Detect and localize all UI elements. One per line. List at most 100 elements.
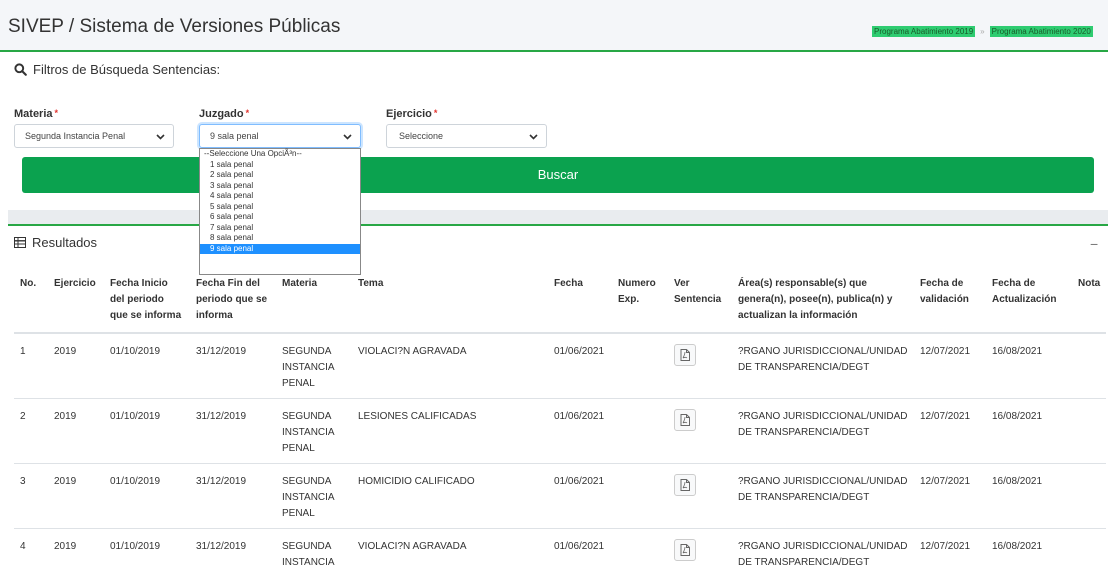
col-numero-exp: Numero Exp. (612, 270, 668, 333)
row-tema: VIOLACI?N AGRAVADA (352, 529, 548, 577)
row-numero-exp (612, 333, 668, 399)
row-fecha: 01/06/2021 (548, 464, 612, 529)
row-nota (1072, 399, 1106, 464)
ejercicio-select-value: Seleccione (399, 131, 443, 141)
row-nota (1072, 464, 1106, 529)
juzgado-option[interactable]: 4 sala penal (200, 191, 360, 202)
chevron-down-icon (156, 132, 165, 142)
materia-select[interactable]: Segunda Instancia Penal (14, 124, 174, 148)
row-materia: SEGUNDA INSTANCIA PENAL (276, 399, 352, 464)
row-numero-exp (612, 399, 668, 464)
row-tema: HOMICIDIO CALIFICADO (352, 464, 548, 529)
row-no: 2 (14, 399, 48, 464)
row-fecha-validacion: 12/07/2021 (914, 464, 986, 529)
breadcrumb: Programa Abatimiento 2019 » Programa Aba… (872, 26, 1093, 37)
juzgado-option[interactable]: 2 sala penal (200, 170, 360, 181)
row-fecha-actualizacion: 16/08/2021 (986, 333, 1072, 399)
collapse-button[interactable]: − (1090, 236, 1098, 252)
col-ejercicio: Ejercicio (48, 270, 104, 333)
juzgado-select-value: 9 sala penal (210, 131, 259, 141)
row-nota (1072, 529, 1106, 577)
breadcrumb-separator: » (980, 27, 984, 36)
pdf-icon[interactable] (674, 344, 696, 366)
row-ejercicio: 2019 (48, 399, 104, 464)
row-ver-sentencia (668, 529, 732, 577)
juzgado-dropdown-list[interactable]: --Seleccione Una OpciÃ³n--1 sala penal2 … (199, 148, 361, 275)
results-heading: Resultados (14, 235, 97, 250)
breadcrumb-item-2019[interactable]: Programa Abatimiento 2019 (872, 26, 975, 37)
pdf-icon[interactable] (674, 474, 696, 496)
col-no: No. (14, 270, 48, 333)
top-bar: SIVEP / Sistema de Versiones Públicas Pr… (0, 0, 1108, 52)
row-numero-exp (612, 464, 668, 529)
row-fecha-inicio: 01/10/2019 (104, 333, 190, 399)
row-ejercicio: 2019 (48, 464, 104, 529)
juzgado-option[interactable]: 3 sala penal (200, 181, 360, 192)
row-area-responsable: ?RGANO JURISDICCIONAL/UNIDAD DE TRANSPAR… (732, 464, 914, 529)
juzgado-option[interactable]: 5 sala penal (200, 202, 360, 213)
row-area-responsable: ?RGANO JURISDICCIONAL/UNIDAD DE TRANSPAR… (732, 529, 914, 577)
juzgado-label-text: Juzgado (199, 108, 244, 120)
col-fecha-fin: Fecha Fin del periodo que se informa (190, 270, 276, 333)
table-header-row: No. Ejercicio Fecha Inicio del periodo q… (14, 270, 1106, 333)
table-row: 2201901/10/201931/12/2019SEGUNDA INSTANC… (14, 399, 1106, 464)
app-title: SIVEP / Sistema de Versiones Públicas (8, 16, 340, 38)
col-ver-sentencia: Ver Sentencia (668, 270, 732, 333)
chevron-down-icon (529, 132, 538, 142)
row-ejercicio: 2019 (48, 529, 104, 577)
row-materia: SEGUNDA INSTANCIA (276, 529, 352, 577)
ejercicio-select[interactable]: Seleccione (386, 124, 547, 148)
row-fecha-actualizacion: 16/08/2021 (986, 529, 1072, 577)
row-nota (1072, 333, 1106, 399)
row-ver-sentencia (668, 399, 732, 464)
materia-label: Materia* (14, 108, 58, 120)
row-fecha-fin: 31/12/2019 (190, 464, 276, 529)
required-mark: * (434, 108, 438, 118)
chevron-down-icon (343, 132, 352, 142)
row-numero-exp (612, 529, 668, 577)
table-row: 4201901/10/201931/12/2019SEGUNDA INSTANC… (14, 529, 1106, 577)
materia-label-text: Materia (14, 108, 53, 120)
row-fecha-validacion: 12/07/2021 (914, 529, 986, 577)
buscar-button[interactable]: Buscar (22, 157, 1094, 193)
row-fecha-fin: 31/12/2019 (190, 333, 276, 399)
row-fecha-inicio: 01/10/2019 (104, 464, 190, 529)
pdf-icon[interactable] (674, 539, 696, 561)
row-materia: SEGUNDA INSTANCIA PENAL (276, 333, 352, 399)
row-no: 1 (14, 333, 48, 399)
juzgado-option[interactable]: --Seleccione Una OpciÃ³n-- (200, 149, 360, 160)
filters-heading: Filtros de Búsqueda Sentencias: (14, 62, 220, 77)
row-materia: SEGUNDA INSTANCIA PENAL (276, 464, 352, 529)
row-area-responsable: ?RGANO JURISDICCIONAL/UNIDAD DE TRANSPAR… (732, 333, 914, 399)
row-no: 3 (14, 464, 48, 529)
col-fecha-inicio: Fecha Inicio del periodo que se informa (104, 270, 190, 333)
table-icon (14, 237, 26, 248)
row-tema: VIOLACI?N AGRAVADA (352, 333, 548, 399)
row-tema: LESIONES CALIFICADAS (352, 399, 548, 464)
col-materia: Materia (276, 270, 352, 333)
row-fecha-actualizacion: 16/08/2021 (986, 399, 1072, 464)
juzgado-option[interactable]: 1 sala penal (200, 160, 360, 171)
results-table: No. Ejercicio Fecha Inicio del periodo q… (14, 270, 1106, 577)
breadcrumb-item-2020[interactable]: Programa Abatimiento 2020 (990, 26, 1093, 37)
juzgado-option[interactable]: 6 sala penal (200, 212, 360, 223)
col-nota: Nota (1072, 270, 1106, 333)
juzgado-option[interactable]: 9 sala penal (200, 244, 360, 255)
row-ver-sentencia (668, 333, 732, 399)
juzgado-option[interactable]: 8 sala penal (200, 233, 360, 244)
juzgado-option[interactable]: 7 sala penal (200, 223, 360, 234)
col-area-responsable: Área(s) responsable(s) que genera(n), po… (732, 270, 914, 333)
row-no: 4 (14, 529, 48, 577)
ejercicio-label: Ejercicio* (386, 108, 437, 120)
juzgado-select[interactable]: 9 sala penal (199, 124, 361, 148)
pdf-icon[interactable] (674, 409, 696, 431)
row-fecha-fin: 31/12/2019 (190, 399, 276, 464)
row-area-responsable: ?RGANO JURISDICCIONAL/UNIDAD DE TRANSPAR… (732, 399, 914, 464)
row-fecha-validacion: 12/07/2021 (914, 333, 986, 399)
col-fecha-actualizacion: Fecha de Actualización (986, 270, 1072, 333)
row-fecha: 01/06/2021 (548, 529, 612, 577)
col-fecha-validacion: Fecha de validación (914, 270, 986, 333)
required-mark: * (246, 108, 250, 118)
row-fecha-inicio: 01/10/2019 (104, 399, 190, 464)
materia-select-value: Segunda Instancia Penal (25, 131, 125, 141)
